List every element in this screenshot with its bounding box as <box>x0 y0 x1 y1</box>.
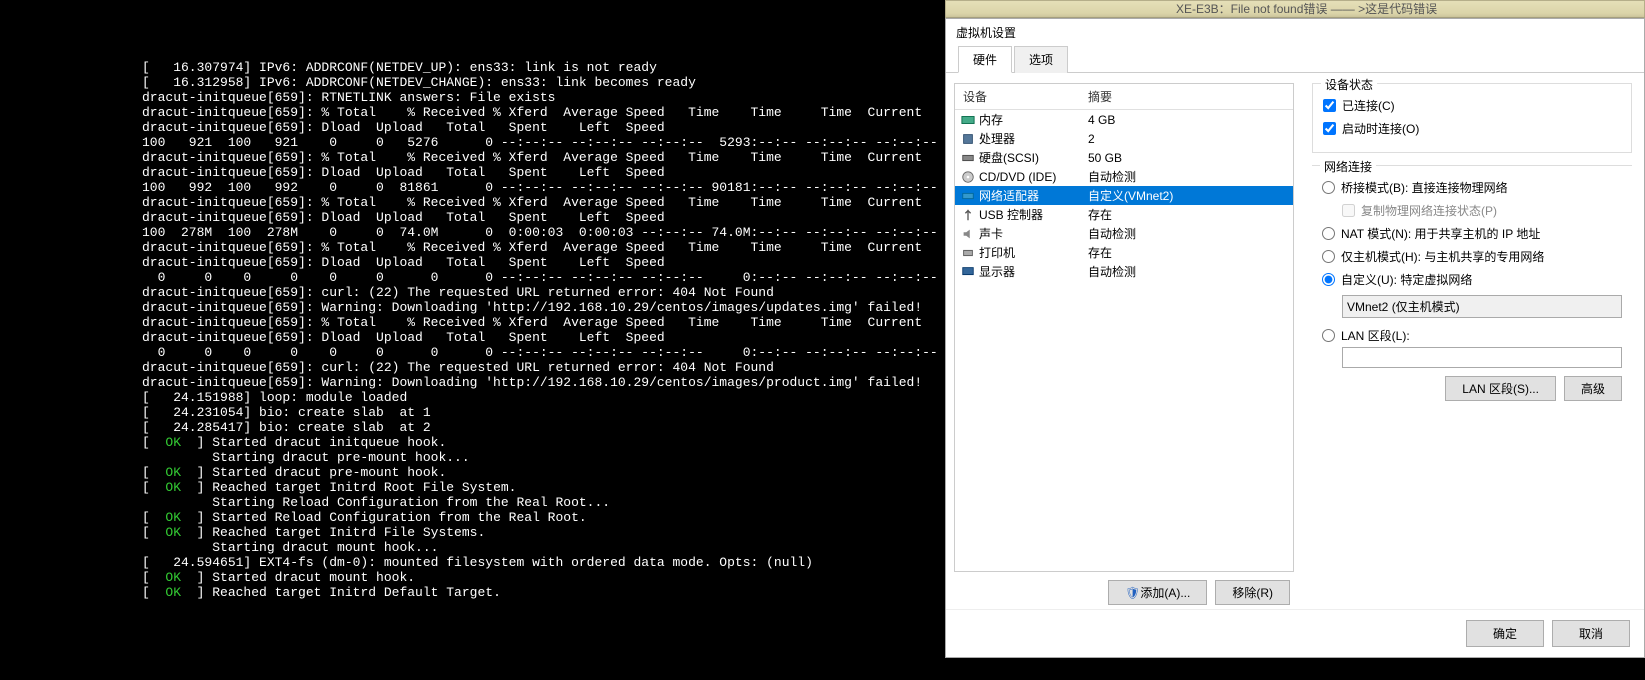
net-icon <box>959 188 977 204</box>
custom-label: 自定义(U): 特定虚拟网络 <box>1341 271 1472 288</box>
device-name: CD/DVD (IDE) <box>977 170 1080 184</box>
lan-label: LAN 区段(L): <box>1341 327 1410 344</box>
device-row-disk[interactable]: 硬盘(SCSI)50 GB <box>955 148 1293 167</box>
device-name: 打印机 <box>977 244 1080 261</box>
remove-button[interactable]: 移除(R) <box>1215 580 1290 605</box>
lan-segment-input[interactable] <box>1342 347 1622 368</box>
network-connection-group: 网络连接 桥接模式(B): 直接连接物理网络 复制物理网络连接状态(P) NAT… <box>1312 165 1632 401</box>
device-row-memory[interactable]: 内存4 GB <box>955 110 1293 129</box>
device-row-printer[interactable]: 打印机存在 <box>955 243 1293 262</box>
bridge-label: 桥接模式(B): 直接连接物理网络 <box>1341 179 1508 196</box>
add-button[interactable]: 🛡添加(A)... <box>1108 580 1207 605</box>
device-summary: 自动检测 <box>1080 168 1289 185</box>
vm-settings-dialog: 虚拟机设置 硬件 选项 设备 摘要 内存4 GB处理器2硬盘(SCSI)50 G… <box>945 18 1645 658</box>
device-name: 处理器 <box>977 130 1080 147</box>
nat-label: NAT 模式(N): 用于共享主机的 IP 地址 <box>1341 225 1540 242</box>
device-summary: 4 GB <box>1080 113 1289 127</box>
add-label: 添加(A)... <box>1140 586 1190 600</box>
tab-options[interactable]: 选项 <box>1014 46 1068 73</box>
device-name: 网络适配器 <box>977 187 1080 204</box>
cd-icon <box>959 169 977 185</box>
ok-button[interactable]: 确定 <box>1466 620 1544 647</box>
connected-checkbox[interactable]: 已连接(C) <box>1323 94 1621 117</box>
sound-icon <box>959 226 977 242</box>
device-summary: 自动检测 <box>1080 225 1289 242</box>
col-header-summary: 摘要 <box>1080 84 1293 109</box>
editor-tab-strip: XE-E3B：File not found错误 —— >这是代码错误 <box>945 0 1645 18</box>
device-list: 设备 摘要 内存4 GB处理器2硬盘(SCSI)50 GBCD/DVD (IDE… <box>954 83 1294 572</box>
terminal-output: [ 16.307974] IPv6: ADDRCONF(NETDEV_UP): … <box>0 0 945 680</box>
col-header-device: 设备 <box>955 84 1080 109</box>
radio-custom[interactable]: 自定义(U): 特定虚拟网络 <box>1322 268 1622 291</box>
device-row-sound[interactable]: 声卡自动检测 <box>955 224 1293 243</box>
usb-icon <box>959 207 977 223</box>
dialog-tabs: 硬件 选项 <box>946 45 1644 73</box>
device-summary: 自定义(VMnet2) <box>1080 187 1289 204</box>
device-row-net[interactable]: 网络适配器自定义(VMnet2) <box>955 186 1293 205</box>
device-summary: 50 GB <box>1080 151 1289 165</box>
custom-network-select[interactable]: VMnet2 (仅主机模式) <box>1342 295 1622 318</box>
device-row-cd[interactable]: CD/DVD (IDE)自动检测 <box>955 167 1293 186</box>
connected-label: 已连接(C) <box>1342 97 1395 114</box>
network-title: 网络连接 <box>1320 158 1376 175</box>
device-name: 硬盘(SCSI) <box>977 149 1080 166</box>
device-summary: 存在 <box>1080 244 1289 261</box>
device-name: USB 控制器 <box>977 206 1080 223</box>
device-status-title: 设备状态 <box>1321 76 1377 93</box>
hostonly-label: 仅主机模式(H): 与主机共享的专用网络 <box>1341 248 1544 265</box>
connect-on-label: 启动时连接(O) <box>1342 120 1419 137</box>
disk-icon <box>959 150 977 166</box>
device-name: 显示器 <box>977 263 1080 280</box>
memory-icon <box>959 112 977 128</box>
radio-nat[interactable]: NAT 模式(N): 用于共享主机的 IP 地址 <box>1322 222 1622 245</box>
device-summary: 存在 <box>1080 206 1289 223</box>
replicate-checkbox: 复制物理网络连接状态(P) <box>1322 199 1622 222</box>
device-status-group: 设备状态 已连接(C) 启动时连接(O) <box>1312 83 1632 153</box>
connect-on-start-checkbox[interactable]: 启动时连接(O) <box>1323 117 1621 140</box>
printer-icon <box>959 245 977 261</box>
device-row-cpu[interactable]: 处理器2 <box>955 129 1293 148</box>
advanced-button[interactable]: 高级 <box>1564 376 1622 401</box>
replicate-label: 复制物理网络连接状态(P) <box>1361 202 1497 219</box>
radio-bridge[interactable]: 桥接模式(B): 直接连接物理网络 <box>1322 176 1622 199</box>
dialog-title: 虚拟机设置 <box>946 19 1644 45</box>
device-row-usb[interactable]: USB 控制器存在 <box>955 205 1293 224</box>
tab-hardware[interactable]: 硬件 <box>958 46 1012 73</box>
device-name: 声卡 <box>977 225 1080 242</box>
device-name: 内存 <box>977 111 1080 128</box>
cpu-icon <box>959 131 977 147</box>
radio-hostonly[interactable]: 仅主机模式(H): 与主机共享的专用网络 <box>1322 245 1622 268</box>
radio-lan[interactable]: LAN 区段(L): <box>1322 324 1622 347</box>
shield-icon: 🛡 <box>1125 586 1140 600</box>
device-summary: 2 <box>1080 132 1289 146</box>
display-icon <box>959 264 977 280</box>
lan-segments-button[interactable]: LAN 区段(S)... <box>1445 376 1556 401</box>
device-summary: 自动检测 <box>1080 263 1289 280</box>
device-row-display[interactable]: 显示器自动检测 <box>955 262 1293 281</box>
cancel-button[interactable]: 取消 <box>1552 620 1630 647</box>
